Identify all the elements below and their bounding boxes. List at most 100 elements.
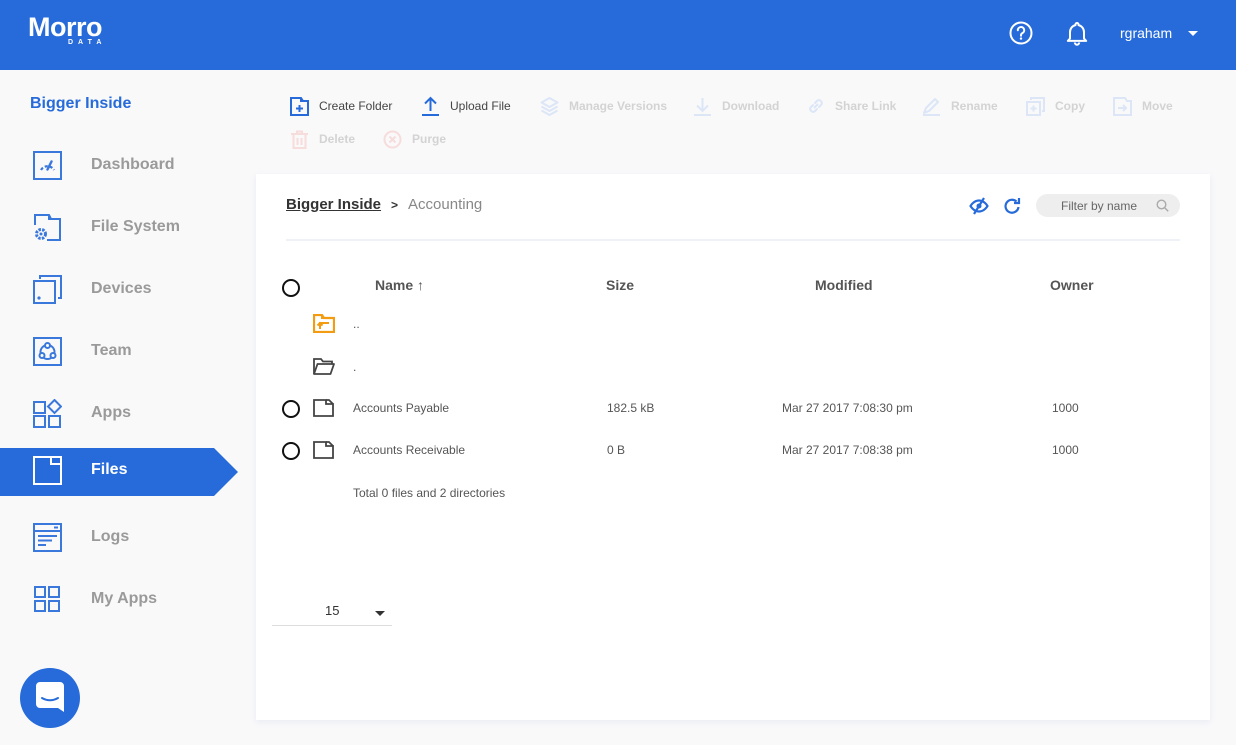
open-folder-icon	[313, 358, 335, 380]
help-icon[interactable]	[1008, 20, 1034, 48]
dashboard-icon	[33, 151, 62, 180]
organization-name: Bigger Inside	[30, 95, 132, 112]
delete-button[interactable]: Delete	[290, 127, 355, 151]
file-size: 182.5 kB	[607, 401, 655, 415]
parent-directory-link[interactable]: ..	[353, 317, 360, 331]
download-button[interactable]: Download	[693, 94, 779, 118]
user-menu[interactable]: rgraham	[1120, 22, 1199, 44]
chat-support-button[interactable]	[20, 668, 80, 728]
show-hidden-toggle-eye-icon[interactable]	[969, 196, 989, 221]
username: rgraham	[1120, 25, 1173, 41]
upload-file-button[interactable]: Upload File	[421, 94, 511, 118]
sidebar-item-team[interactable]: Team	[0, 320, 240, 382]
sidebar-item-logs[interactable]: Logs	[0, 506, 240, 568]
upload-icon	[422, 96, 439, 116]
page-size-value: 15	[325, 603, 340, 618]
sidebar-item-files[interactable]: Files	[0, 444, 238, 506]
copy-button[interactable]: Copy	[1026, 94, 1085, 118]
sidebar-item-apps[interactable]: Apps	[0, 382, 240, 444]
column-header-modified[interactable]: Modified	[815, 277, 873, 293]
filter-input[interactable]	[1036, 194, 1156, 217]
download-icon	[694, 98, 711, 116]
column-header-size[interactable]: Size	[606, 277, 634, 293]
refresh-icon[interactable]	[1002, 196, 1022, 221]
morro-data-logo[interactable]: Morro DATA	[28, 12, 118, 52]
chat-bubble-icon	[36, 682, 64, 712]
manage-versions-button[interactable]: Manage Versions	[540, 94, 667, 118]
file-size: 0 B	[607, 443, 626, 457]
sidebar-item-label: Files	[91, 461, 128, 478]
file-modified: Mar 27 2017 7:08:30 pm	[782, 401, 913, 415]
move-button[interactable]: Move	[1113, 94, 1173, 118]
caret-down-icon	[1188, 30, 1199, 36]
move-label: Move	[1142, 99, 1173, 113]
files-icon	[33, 456, 62, 485]
sidebar-item-devices[interactable]: Devices	[0, 258, 240, 320]
search-icon[interactable]	[1156, 199, 1169, 217]
apps-icon	[33, 398, 63, 428]
sidebar-item-my-apps[interactable]: My Apps	[0, 568, 240, 630]
sidebar-item-label: My Apps	[91, 590, 158, 607]
pencil-icon	[923, 97, 940, 116]
sidebar-item-label: File System	[91, 218, 180, 235]
logo-subtext: DATA	[68, 39, 107, 46]
manage-versions-label: Manage Versions	[569, 99, 668, 113]
breadcrumb: Bigger Inside > Accounting	[286, 196, 482, 213]
notifications-bell-icon[interactable]	[1064, 20, 1090, 48]
rename-button[interactable]: Rename	[922, 94, 998, 118]
parent-folder-up-icon[interactable]	[312, 313, 336, 338]
total-summary: Total 0 files and 2 directories	[353, 486, 506, 500]
team-icon	[33, 337, 62, 366]
file-modified: Mar 27 2017 7:08:38 pm	[782, 443, 913, 457]
sidebar-item-dashboard[interactable]: Dashboard	[0, 134, 240, 196]
sidebar-item-label: Apps	[91, 404, 131, 421]
breadcrumb-root-link[interactable]: Bigger Inside	[286, 196, 381, 213]
download-label: Download	[722, 99, 780, 113]
file-system-icon	[33, 213, 62, 242]
create-folder-icon	[290, 96, 309, 116]
purge-button[interactable]: Purge	[383, 127, 446, 151]
logo-text: Morro	[28, 12, 103, 42]
create-folder-button[interactable]: Create Folder	[290, 94, 392, 118]
file-owner: 1000	[1052, 401, 1079, 415]
logs-icon	[33, 523, 62, 552]
divider	[286, 239, 1180, 241]
create-folder-label: Create Folder	[319, 99, 393, 113]
breadcrumb-current: Accounting	[408, 196, 483, 213]
file-owner: 1000	[1052, 443, 1079, 457]
file-name[interactable]: Accounts Receivable	[353, 443, 465, 457]
move-icon	[1113, 96, 1132, 116]
row-select-radio[interactable]	[282, 442, 300, 460]
column-header-name[interactable]: Name ↑	[375, 277, 424, 293]
chevron-right-icon: >	[391, 197, 399, 212]
current-directory: .	[353, 360, 357, 374]
share-link-label: Share Link	[835, 99, 897, 113]
top-bar: Morro DATA rgraham	[0, 0, 1236, 70]
purge-x-circle-icon	[383, 130, 402, 148]
link-icon	[809, 99, 823, 113]
delete-label: Delete	[319, 132, 356, 146]
rename-label: Rename	[951, 99, 998, 113]
sidebar-nav: Dashboard File System Devices Team Apps …	[0, 134, 240, 630]
my-apps-icon	[33, 585, 62, 614]
copy-label: Copy	[1055, 99, 1085, 113]
copy-icon	[1026, 96, 1045, 116]
sidebar-item-label: Devices	[91, 280, 152, 297]
purge-label: Purge	[412, 132, 447, 146]
sidebar-item-label: Team	[91, 342, 132, 359]
share-link-button[interactable]: Share Link	[807, 94, 896, 118]
column-header-owner[interactable]: Owner	[1050, 277, 1094, 293]
trash-icon	[291, 130, 308, 149]
row-select-radio[interactable]	[282, 400, 300, 418]
upload-file-label: Upload File	[450, 99, 511, 113]
file-browser-card: Bigger Inside > Accounting Name ↑ Size M…	[256, 174, 1210, 720]
sidebar-item-label: Logs	[91, 528, 130, 545]
file-name[interactable]: Accounts Payable	[353, 401, 449, 415]
folder-icon	[313, 441, 334, 464]
caret-down-icon	[375, 611, 385, 616]
filter-by-name-field	[1036, 194, 1180, 217]
select-all-radio[interactable]	[282, 279, 300, 297]
sidebar-item-label: Dashboard	[91, 156, 175, 173]
page-size-select[interactable]: 15	[272, 597, 392, 626]
sidebar-item-file-system[interactable]: File System	[0, 196, 240, 258]
